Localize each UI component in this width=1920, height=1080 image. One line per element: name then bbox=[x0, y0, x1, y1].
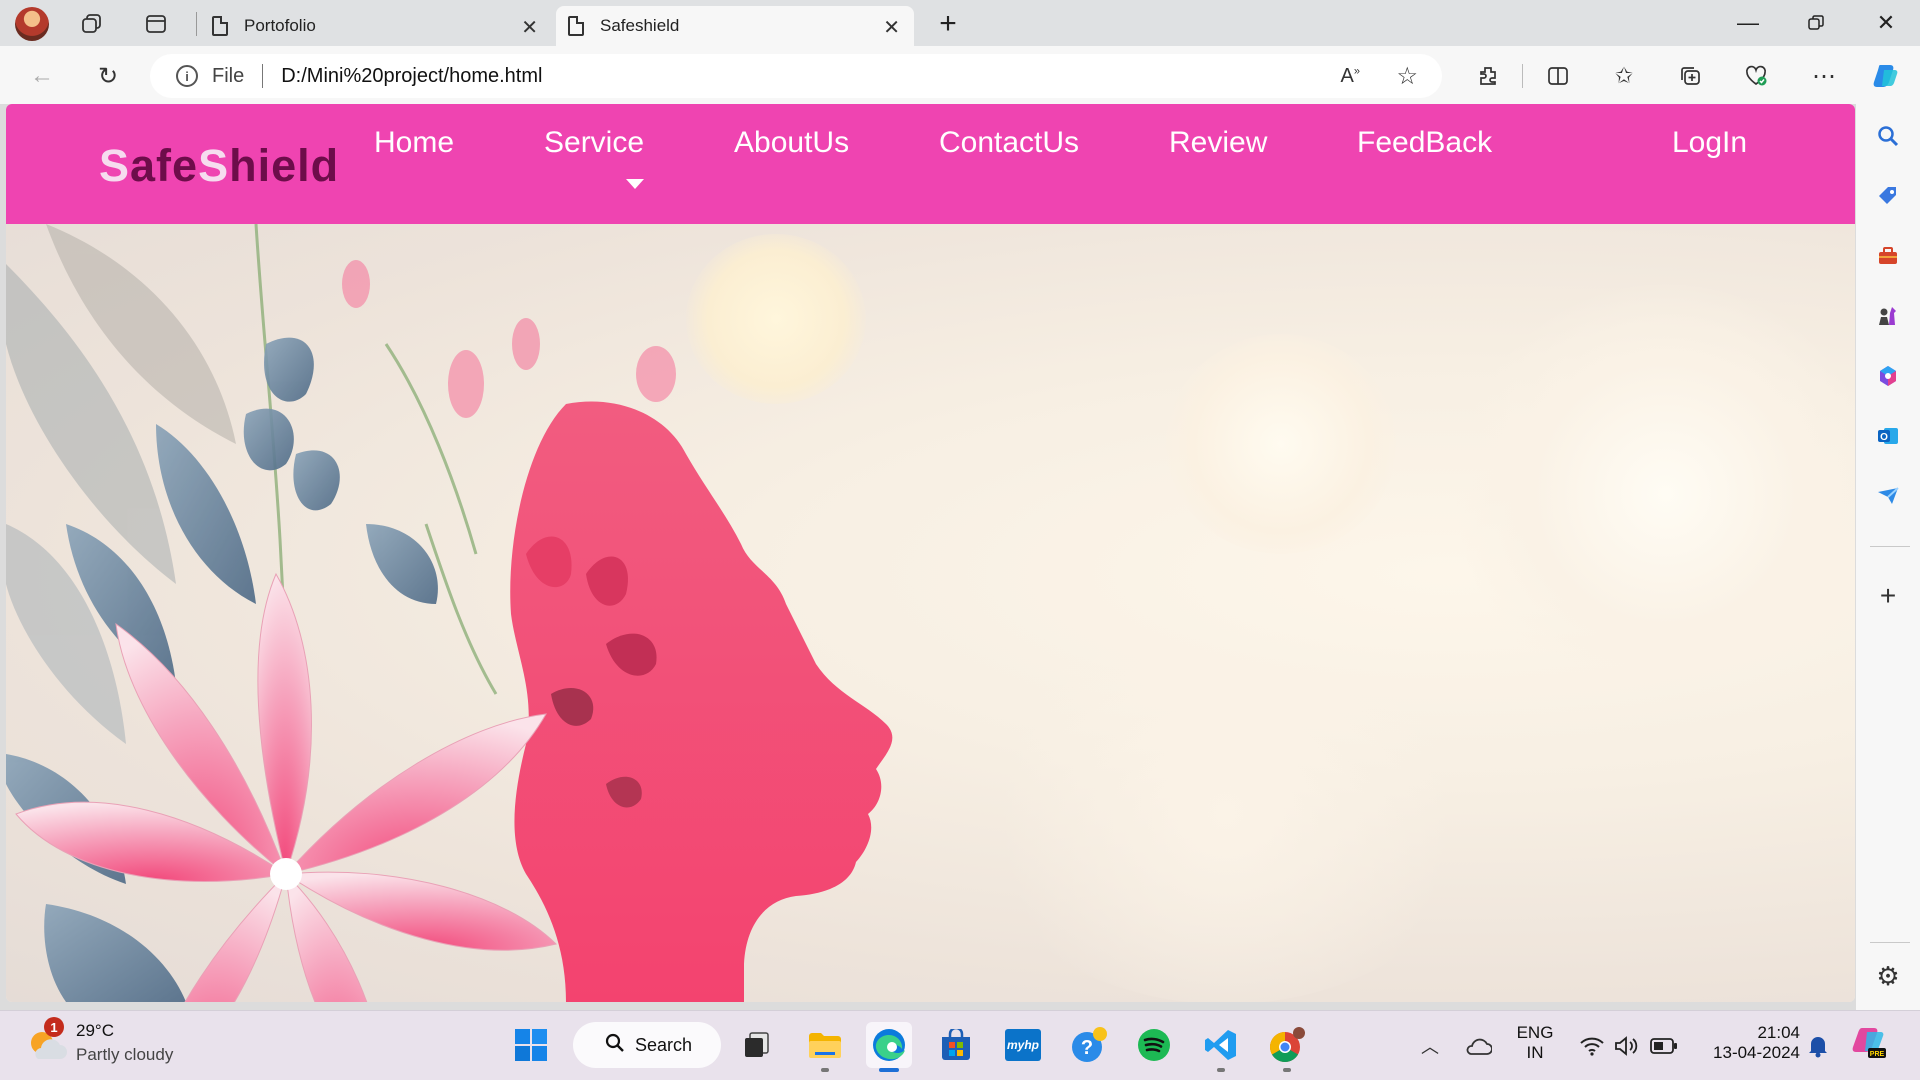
svg-text:PRE: PRE bbox=[1870, 1051, 1885, 1058]
browser-toolbar: ← ↻ i File D:/Mini%20project/home.html A… bbox=[0, 46, 1920, 104]
show-hidden-icons-chevron-up-icon[interactable]: ︿ bbox=[1412, 1028, 1448, 1064]
close-tab-icon[interactable]: ✕ bbox=[883, 15, 900, 40]
browser-sidebar: O + ⚙ bbox=[1856, 104, 1920, 1010]
page-viewport: SafeShield Home Service AboutUs ContactU… bbox=[6, 104, 1855, 1002]
file-explorer-icon[interactable] bbox=[802, 1022, 848, 1072]
battery-icon[interactable] bbox=[1646, 1028, 1682, 1064]
search-label: Search bbox=[635, 1034, 693, 1055]
divider bbox=[262, 64, 264, 88]
drop-send-icon[interactable] bbox=[1872, 480, 1904, 512]
workspaces-icon[interactable] bbox=[74, 6, 110, 42]
tab-title: Safeshield bbox=[600, 16, 680, 35]
tab-safeshield[interactable]: Safeshield ✕ bbox=[556, 6, 914, 46]
spotify-icon[interactable] bbox=[1131, 1022, 1177, 1068]
clock[interactable]: 21:04 13-04-2024 bbox=[1696, 1023, 1800, 1063]
scheme-label: File bbox=[212, 64, 245, 87]
refresh-icon[interactable]: ↻ bbox=[90, 58, 126, 94]
close-tab-icon[interactable]: ✕ bbox=[521, 15, 538, 40]
onedrive-cloud-icon[interactable] bbox=[1460, 1028, 1496, 1064]
microsoft-365-icon[interactable] bbox=[1872, 360, 1904, 392]
page-icon bbox=[212, 16, 228, 36]
favorite-star-icon[interactable]: ☆ bbox=[1396, 62, 1418, 91]
minimize-button[interactable]: — bbox=[1714, 0, 1782, 46]
address-bar[interactable]: i File D:/Mini%20project/home.html A» ☆ bbox=[150, 54, 1442, 98]
site-logo[interactable]: SafeShield bbox=[99, 140, 339, 192]
new-tab-button[interactable]: + bbox=[930, 6, 966, 42]
vscode-icon[interactable] bbox=[1198, 1022, 1244, 1072]
wifi-icon[interactable] bbox=[1574, 1028, 1610, 1064]
settings-gear-icon[interactable]: ⚙ bbox=[1872, 960, 1904, 992]
outlook-icon[interactable]: O bbox=[1872, 420, 1904, 452]
tab-actions-icon[interactable] bbox=[138, 6, 174, 42]
login-link[interactable]: LogIn bbox=[1672, 126, 1747, 160]
info-icon[interactable]: i bbox=[176, 65, 198, 87]
notification-badge: 1 bbox=[44, 1017, 64, 1037]
taskbar-search[interactable]: Search bbox=[573, 1022, 721, 1068]
add-sidebar-app-icon[interactable]: + bbox=[1872, 580, 1904, 612]
nav-contactus[interactable]: ContactUs bbox=[939, 126, 1079, 160]
windows-taskbar: 1 29°C Partly cloudy Search my hp ? ︿ EN… bbox=[0, 1010, 1920, 1080]
more-options-icon[interactable]: ⋯ bbox=[1806, 58, 1842, 94]
shopping-tag-icon[interactable] bbox=[1872, 180, 1904, 212]
weather-condition: Partly cloudy bbox=[76, 1045, 174, 1064]
svg-text:?: ? bbox=[1081, 1037, 1093, 1059]
chevron-down-icon[interactable] bbox=[626, 179, 644, 189]
nav-feedback[interactable]: FeedBack bbox=[1357, 126, 1492, 160]
browser-essentials-icon[interactable] bbox=[1738, 58, 1774, 94]
back-icon[interactable]: ← bbox=[24, 58, 60, 94]
collections-icon[interactable] bbox=[1672, 58, 1708, 94]
language-indicator[interactable]: ENG IN bbox=[1506, 1023, 1564, 1063]
edge-browser-icon[interactable] bbox=[866, 1022, 912, 1072]
close-window-button[interactable]: ✕ bbox=[1852, 0, 1920, 46]
divider bbox=[1870, 942, 1910, 943]
flower-woman-silhouette-art bbox=[6, 224, 893, 1002]
read-aloud-icon[interactable]: A» bbox=[1341, 65, 1360, 88]
nav-review[interactable]: Review bbox=[1169, 126, 1267, 160]
extensions-icon[interactable] bbox=[1470, 58, 1506, 94]
chrome-icon[interactable] bbox=[1264, 1022, 1310, 1072]
tools-icon[interactable] bbox=[1872, 240, 1904, 272]
tab-strip: Portofolio ✕ Safeshield ✕ + — ✕ bbox=[0, 0, 1920, 46]
url-text[interactable]: D:/Mini%20project/home.html bbox=[281, 65, 542, 88]
nav-home[interactable]: Home bbox=[374, 126, 454, 160]
tab-portofolio[interactable]: Portofolio ✕ bbox=[200, 6, 552, 46]
split-screen-icon[interactable] bbox=[1540, 58, 1576, 94]
myhp-app-icon[interactable]: my hp bbox=[1000, 1022, 1046, 1068]
tab-title: Portofolio bbox=[244, 16, 316, 35]
nav-aboutus[interactable]: AboutUs bbox=[734, 126, 849, 160]
divider bbox=[1870, 546, 1910, 547]
search-icon bbox=[605, 1033, 625, 1058]
restore-button[interactable] bbox=[1782, 0, 1850, 46]
clock-time: 21:04 bbox=[1757, 1023, 1800, 1042]
microsoft-store-icon[interactable] bbox=[933, 1022, 979, 1068]
notification-bell-icon[interactable] bbox=[1800, 1028, 1836, 1064]
weather-temp: 29°C bbox=[76, 1021, 114, 1040]
copilot-preview-icon[interactable]: PRE bbox=[1852, 1024, 1888, 1060]
get-help-icon[interactable]: ? bbox=[1066, 1022, 1112, 1068]
nav-service[interactable]: Service bbox=[544, 126, 644, 160]
volume-icon[interactable] bbox=[1608, 1028, 1644, 1064]
favorites-icon[interactable]: ✩ bbox=[1606, 58, 1642, 94]
hero-illustration bbox=[6, 224, 1855, 1002]
site-navbar: SafeShield Home Service AboutUs ContactU… bbox=[6, 104, 1855, 224]
games-icon[interactable] bbox=[1872, 300, 1904, 332]
copilot-icon[interactable] bbox=[1868, 58, 1904, 94]
start-button[interactable] bbox=[508, 1022, 554, 1068]
profile-avatar[interactable] bbox=[14, 6, 50, 42]
clock-date: 13-04-2024 bbox=[1713, 1043, 1800, 1062]
search-icon[interactable] bbox=[1872, 120, 1904, 152]
page-icon bbox=[568, 16, 584, 36]
svg-text:O: O bbox=[1880, 432, 1888, 443]
task-view-icon[interactable] bbox=[734, 1022, 780, 1068]
